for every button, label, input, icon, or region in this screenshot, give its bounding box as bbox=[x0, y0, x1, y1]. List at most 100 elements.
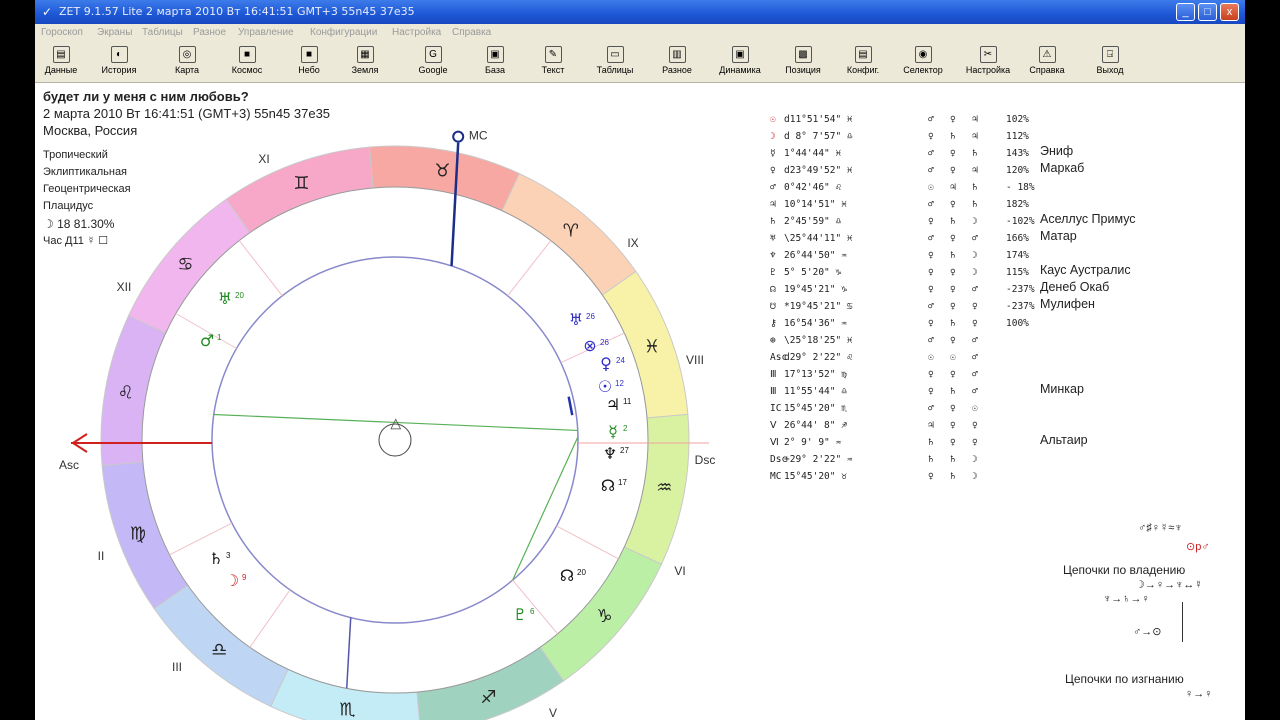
toolbar-button-position[interactable]: ▩ Позиция bbox=[772, 44, 834, 80]
zodiac-sign-glyph: ♍ bbox=[130, 524, 146, 545]
toolbar-button-selector[interactable]: ◉ Селектор bbox=[892, 44, 954, 80]
cell-b: ♀ bbox=[950, 199, 956, 210]
minimize-button[interactable]: _ bbox=[1176, 3, 1195, 21]
planet-degree: 17 bbox=[618, 478, 627, 487]
tables-icon: ▭ bbox=[606, 46, 624, 63]
close-button[interactable]: x bbox=[1220, 3, 1239, 21]
table-row[interactable]: ♄ 2°45'59" ♎ ♀ ♄ ☽ -102% Аселлус Примус bbox=[770, 212, 1240, 233]
cell-c: ♀ bbox=[972, 301, 978, 312]
toolbar-button-misc[interactable]: ▥ Разное bbox=[646, 44, 708, 80]
table-row[interactable]: ♃ 10°14'51" ♓ ♂ ♀ ♄ 182% bbox=[770, 199, 1240, 216]
maximize-button[interactable]: □ bbox=[1198, 3, 1217, 21]
house-number-label: V bbox=[549, 706, 557, 720]
cell-pos: 1°44'44" ♓ bbox=[784, 148, 842, 159]
zodiac-sign-glyph: ♓ bbox=[644, 336, 660, 357]
cell-b: ♀ bbox=[950, 114, 956, 125]
toolbar-button-tables[interactable]: ▭ Таблицы bbox=[584, 44, 646, 80]
menu-screens[interactable]: Экраны bbox=[97, 27, 132, 38]
toolbar-button-history[interactable]: ◐ История bbox=[88, 44, 150, 80]
table-row[interactable]: ⊕ \25°18'25" ♓ ♂ ♀ ♂ bbox=[770, 335, 1240, 352]
planet-glyph[interactable]: ☊ bbox=[560, 566, 574, 585]
fixed-star: Эниф bbox=[1040, 144, 1074, 158]
planet-glyph[interactable]: ♂ bbox=[200, 331, 214, 350]
cell-p: MC bbox=[770, 471, 782, 482]
table-row[interactable]: ☋ *19°45'21" ♋ ♂ ♀ ♀ -237% Мулифен bbox=[770, 297, 1240, 318]
toolbar-button-earth[interactable]: ▦ Земля bbox=[334, 44, 396, 80]
toolbar-button-chart-map[interactable]: ◎ Карта bbox=[156, 44, 218, 80]
cell-pct: -102% bbox=[1006, 216, 1035, 227]
table-row[interactable]: ♀ d23°49'52" ♓ ♂ ♀ ♃ 120% Маркаб bbox=[770, 161, 1240, 182]
table-row[interactable]: Ⅲ 17°13'52" ♍ ♀ ♀ ♂ bbox=[770, 369, 1240, 386]
sky-icon: ■ bbox=[300, 46, 318, 63]
toolbar-button-database[interactable]: ▣ База bbox=[464, 44, 526, 80]
google-icon: G bbox=[424, 46, 442, 63]
menu-control[interactable]: Управление bbox=[238, 27, 294, 38]
table-row[interactable]: ♇ 5° 5'20" ♑ ♀ ♀ ☽ 115% Каус Аустралис bbox=[770, 263, 1240, 284]
menu-tables[interactable]: Таблицы bbox=[142, 27, 183, 38]
planet-glyph[interactable]: ♇ bbox=[513, 605, 527, 624]
toolbar-button-dynamics[interactable]: ▣ Динамика bbox=[709, 44, 771, 80]
chain-3: ♂→⊙ bbox=[1133, 626, 1162, 638]
table-row[interactable]: Ⅵ 2° 9' 9" ♒ ♄ ♀ ♀ Альтаир bbox=[770, 433, 1240, 454]
menu-settings[interactable]: Настройка bbox=[392, 27, 441, 38]
table-row[interactable]: IC 15°45'20" ♏ ♂ ♀ ☉ bbox=[770, 403, 1240, 420]
fixed-star: Каус Аустралис bbox=[1040, 263, 1131, 277]
cell-pos: +29° 2'22" ♒ bbox=[784, 454, 853, 465]
toolbar-button-data[interactable]: ▤ Данные bbox=[35, 44, 92, 80]
toolbar-label: Селектор bbox=[903, 65, 943, 75]
planet-glyph[interactable]: ♀ bbox=[600, 354, 612, 373]
cell-p: ☽ bbox=[770, 131, 776, 142]
table-row[interactable]: ♂ 0°42'46" ♌ ☉ ♃ ♄ - 18% bbox=[770, 182, 1240, 199]
cell-b: ♃ bbox=[950, 182, 956, 193]
cell-pct: 143% bbox=[1006, 148, 1029, 159]
toolbar-button-google[interactable]: G Google bbox=[402, 44, 464, 80]
zodiac-sign-glyph: ♈ bbox=[563, 220, 579, 241]
toolbar-button-config[interactable]: ▤ Конфиг. bbox=[832, 44, 894, 80]
menu-configurations[interactable]: Конфигурации bbox=[310, 27, 377, 38]
planet-glyph[interactable]: ♄ bbox=[209, 549, 223, 568]
table-row[interactable]: ⚷ 16°54'36" ♒ ♀ ♄ ♀ 100% bbox=[770, 318, 1240, 335]
table-row[interactable]: ☿ 1°44'44" ♓ ♂ ♀ ♄ 143% Эниф bbox=[770, 144, 1240, 165]
toolbar-button-help[interactable]: ⚠ Справка bbox=[1016, 44, 1078, 80]
house-number-label: VIII bbox=[686, 353, 704, 367]
toolbar-button-sky[interactable]: ■ Небо bbox=[278, 44, 340, 80]
table-row[interactable]: MC 15°45'20" ♉ ♀ ♄ ☽ bbox=[770, 471, 1240, 488]
table-row[interactable]: ☉ d11°51'54" ♓ ♂ ♀ ♃ 102% bbox=[770, 114, 1240, 131]
toolbar-label: Google bbox=[418, 65, 448, 75]
natal-chart-wheel[interactable]: ♓ ♈ ♉ ♊ ♋ ♌ ♍ ♎ ♏ ♐ ♑ ♒ △ MC Asc Dsc XI IX XII VIII II VI III V… bbox=[35, 80, 735, 720]
table-row[interactable]: ♅ \25°44'11" ♓ ♂ ♀ ♂ 166% Матар bbox=[770, 229, 1240, 250]
toolbar-button-text[interactable]: ✎ Текст bbox=[522, 44, 584, 80]
planet-glyph[interactable]: ☿ bbox=[608, 422, 618, 441]
table-row[interactable]: Asc d29° 2'22" ♌ ☉ ☉ ♂ bbox=[770, 352, 1240, 369]
menu-help[interactable]: Справка bbox=[452, 27, 491, 38]
planet-glyph[interactable]: ♅ bbox=[569, 310, 583, 329]
cell-c: ☽ bbox=[972, 267, 978, 278]
toolbar-button-exit[interactable]: ⍈ Выход bbox=[1079, 44, 1141, 80]
toolbar-button-settings[interactable]: ✂ Настройка bbox=[957, 44, 1019, 80]
cell-pos: 15°45'20" ♉ bbox=[784, 471, 847, 482]
menu-misc[interactable]: Разное bbox=[193, 27, 226, 38]
planet-glyph[interactable]: ☉ bbox=[598, 377, 612, 396]
planet-glyph[interactable]: ☊ bbox=[601, 476, 615, 495]
planet-degree: 27 bbox=[620, 446, 629, 455]
toolbar-button-cosmos[interactable]: ■ Космос bbox=[216, 44, 278, 80]
planet-glyph[interactable]: ♅ bbox=[218, 289, 232, 308]
table-row[interactable]: Ⅲ 11°55'44" ♎ ♀ ♄ ♂ Минкар bbox=[770, 382, 1240, 403]
cell-pct: 166% bbox=[1006, 233, 1029, 244]
table-row[interactable]: Dsc +29° 2'22" ♒ ♄ ♄ ☽ bbox=[770, 454, 1240, 471]
table-row[interactable]: ☽ d 8° 7'57" ♎ ♀ ♄ ♃ 112% bbox=[770, 131, 1240, 148]
menu-horoscope[interactable]: Гороскоп bbox=[41, 27, 83, 38]
table-row[interactable]: ♆ 26°44'50" ♒ ♀ ♄ ☽ 174% bbox=[770, 250, 1240, 267]
cell-p: ♆ bbox=[770, 250, 776, 261]
planet-glyph[interactable]: ☽ bbox=[225, 571, 239, 590]
planet-glyph[interactable]: ⊗ bbox=[583, 336, 596, 355]
cell-a: ♂ bbox=[928, 233, 934, 244]
planet-glyph[interactable]: ♃ bbox=[606, 395, 620, 414]
title-bar[interactable]: ✓ ZET 9.1.57 Lite 2 марта 2010 Вт 16:41:… bbox=[35, 0, 1245, 24]
cell-pct: 174% bbox=[1006, 250, 1029, 261]
cell-b: ♀ bbox=[950, 267, 956, 278]
planet-glyph[interactable]: ♆ bbox=[603, 444, 617, 463]
table-row[interactable]: ☊ 19°45'21" ♑ ♀ ♀ ♂ -237% Денеб Окаб bbox=[770, 280, 1240, 301]
table-row[interactable]: Ⅴ 26°44' 8" ♐ ♃ ♀ ♀ bbox=[770, 420, 1240, 437]
cell-pct: 112% bbox=[1006, 131, 1029, 142]
